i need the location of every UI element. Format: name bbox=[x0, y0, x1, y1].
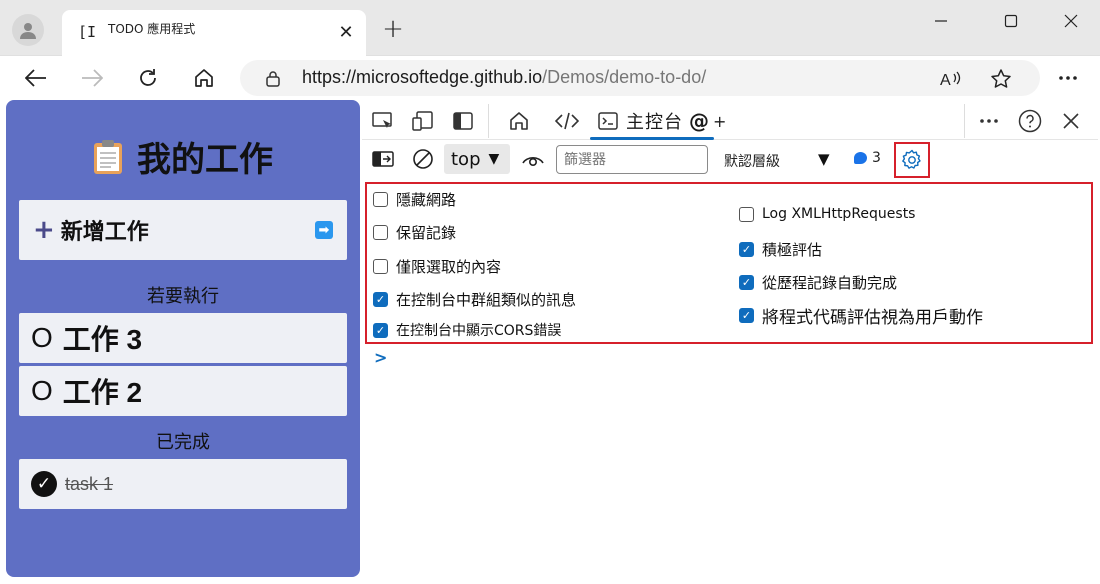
tab-close-icon[interactable]: ✕ bbox=[334, 20, 358, 44]
help-icon[interactable] bbox=[1017, 108, 1043, 134]
browser-tab[interactable]: [I TODO 應用程式 ✕ bbox=[62, 10, 366, 56]
checkmark-icon[interactable]: ✓ bbox=[31, 471, 57, 497]
gear-icon bbox=[902, 149, 921, 169]
welcome-home-icon[interactable] bbox=[506, 108, 532, 134]
tab-console[interactable]: 主控台 @ + bbox=[598, 104, 726, 138]
add-task-label: 新增工作 bbox=[60, 220, 149, 245]
live-expression-eye-icon[interactable] bbox=[520, 146, 546, 172]
home-icon[interactable] bbox=[188, 62, 220, 94]
context-value: top bbox=[451, 148, 481, 170]
favorite-star-icon[interactable] bbox=[988, 66, 1014, 92]
checkbox[interactable] bbox=[373, 259, 388, 274]
done-item-name: task 1 bbox=[65, 473, 114, 494]
address-bar[interactable]: https://microsoftedge.github.io/Demos/de… bbox=[240, 60, 1040, 96]
maximize-icon[interactable] bbox=[988, 6, 1034, 36]
checkbox-checked[interactable]: ✓ bbox=[373, 322, 388, 338]
toolbar-divider bbox=[488, 104, 489, 138]
checkbox-checked[interactable]: ✓ bbox=[373, 292, 388, 307]
lock-icon[interactable] bbox=[266, 70, 280, 91]
setting-show-cors-errors[interactable]: ✓ 在控制台中顯示CORS錯誤 bbox=[373, 320, 561, 340]
done-heading: 已完成 bbox=[156, 432, 210, 453]
new-tab-button[interactable]: + bbox=[378, 14, 408, 44]
chevron-down-icon: ▼ bbox=[488, 151, 500, 167]
page-title: 我的工作 bbox=[6, 132, 360, 184]
checkbox[interactable] bbox=[373, 225, 388, 240]
more-tools-icon[interactable] bbox=[976, 108, 1002, 134]
issues-message-icon bbox=[854, 152, 867, 164]
done-item[interactable]: ✓ task 1 bbox=[19, 459, 347, 509]
console-settings-panel: 隱藏網路 保留記錄 僅限選取的內容 ✓ 在控制台中群組類似的訊息 ✓ 在控制台中… bbox=[365, 182, 1093, 344]
todo-item[interactable]: O 工作 2 bbox=[19, 366, 347, 416]
devtools-tab-bar: 主控台 @ + bbox=[362, 100, 1098, 140]
dock-side-icon[interactable] bbox=[450, 108, 476, 134]
console-icon bbox=[598, 112, 618, 130]
todo-circle-icon[interactable]: O bbox=[31, 375, 53, 407]
devtools-panel: 主控台 @ + top ▼ 默認層級 ▼ bbox=[362, 100, 1098, 580]
browser-title-bar: [I TODO 應用程式 ✕ + bbox=[0, 0, 1100, 56]
setting-eager-evaluation[interactable]: ✓ 積極評估 bbox=[739, 239, 822, 260]
inspect-element-icon[interactable] bbox=[370, 108, 396, 134]
devtools-close-icon[interactable] bbox=[1058, 108, 1084, 134]
device-emulation-icon[interactable] bbox=[410, 108, 436, 134]
tab-title: TODO 應用程式 bbox=[108, 22, 196, 36]
svg-text:A: A bbox=[940, 72, 951, 88]
console-settings-button[interactable] bbox=[894, 142, 930, 178]
todo-circle-icon[interactable]: O bbox=[31, 322, 53, 354]
back-icon[interactable] bbox=[20, 62, 52, 94]
setting-user-activation-eval[interactable]: ✓ 將程式代碼評估視為用戶動作 bbox=[739, 303, 983, 328]
elements-code-icon[interactable] bbox=[554, 108, 580, 134]
browser-toolbar: https://microsoftedge.github.io/Demos/de… bbox=[0, 56, 1100, 100]
console-tab-extra: @ bbox=[689, 109, 709, 133]
submit-arrow-icon[interactable]: ➡ bbox=[315, 221, 333, 239]
checkbox-checked[interactable]: ✓ bbox=[739, 275, 754, 290]
refresh-icon[interactable] bbox=[132, 62, 164, 94]
checkbox-checked[interactable]: ✓ bbox=[739, 308, 754, 323]
todo-app: 我的工作 + 新增工作 ➡ 若要執行 O 工作 3 O 工作 2 已完成 ✓ t… bbox=[6, 100, 360, 577]
checkbox[interactable] bbox=[739, 206, 754, 222]
read-aloud-icon[interactable]: A bbox=[938, 66, 964, 92]
setting-log-xhr[interactable]: Log XMLHttpRequests bbox=[739, 206, 915, 222]
browser-more-icon[interactable] bbox=[1052, 62, 1084, 94]
todo-item-name: 工作 3 bbox=[62, 324, 143, 355]
todo-item[interactable]: O 工作 3 bbox=[19, 313, 347, 363]
setting-selected-context-only[interactable]: 僅限選取的內容 bbox=[373, 256, 501, 277]
window-close-icon[interactable] bbox=[1048, 6, 1094, 36]
add-task-field[interactable]: + 新增工作 ➡ bbox=[19, 200, 347, 260]
toolbar-divider bbox=[964, 104, 965, 138]
todo-item-name: 工作 2 bbox=[62, 377, 143, 408]
log-levels-select[interactable]: 默認層級 bbox=[724, 151, 780, 171]
context-selector[interactable]: top ▼ bbox=[444, 144, 510, 174]
plus-icon: + bbox=[33, 215, 55, 245]
console-prompt-chevron-icon[interactable]: > bbox=[374, 348, 387, 367]
minimize-icon[interactable] bbox=[918, 6, 964, 36]
profile-avatar-icon[interactable] bbox=[12, 14, 44, 46]
url-text: https://microsoftedge.github.io/Demos/de… bbox=[302, 67, 707, 87]
todo-heading: 若要執行 bbox=[147, 286, 219, 307]
checkbox[interactable] bbox=[373, 192, 388, 207]
console-tab-label: 主控台 bbox=[626, 112, 683, 133]
add-tab-button[interactable]: + bbox=[713, 112, 726, 131]
checkbox-checked[interactable]: ✓ bbox=[739, 242, 754, 257]
issues-count: 3 bbox=[872, 150, 881, 166]
issues-counter[interactable]: 3 bbox=[854, 150, 881, 166]
sidebar-toggle-icon[interactable] bbox=[370, 146, 396, 172]
clipboard-icon bbox=[93, 139, 123, 184]
filter-input[interactable] bbox=[556, 145, 708, 174]
setting-preserve-log[interactable]: 保留記錄 bbox=[373, 222, 456, 243]
forward-icon[interactable] bbox=[76, 62, 108, 94]
console-toolbar: top ▼ 默認層級 ▼ 3 bbox=[362, 140, 1098, 180]
levels-chevron-down-icon[interactable]: ▼ bbox=[818, 150, 830, 168]
setting-autocomplete-history[interactable]: ✓ 從歷程記錄自動完成 bbox=[739, 272, 897, 293]
clear-console-icon[interactable] bbox=[410, 146, 436, 172]
setting-hide-network[interactable]: 隱藏網路 bbox=[373, 189, 456, 210]
setting-group-similar[interactable]: ✓ 在控制台中群組類似的訊息 bbox=[373, 289, 576, 310]
tab-favicon-icon: [I bbox=[78, 23, 97, 41]
